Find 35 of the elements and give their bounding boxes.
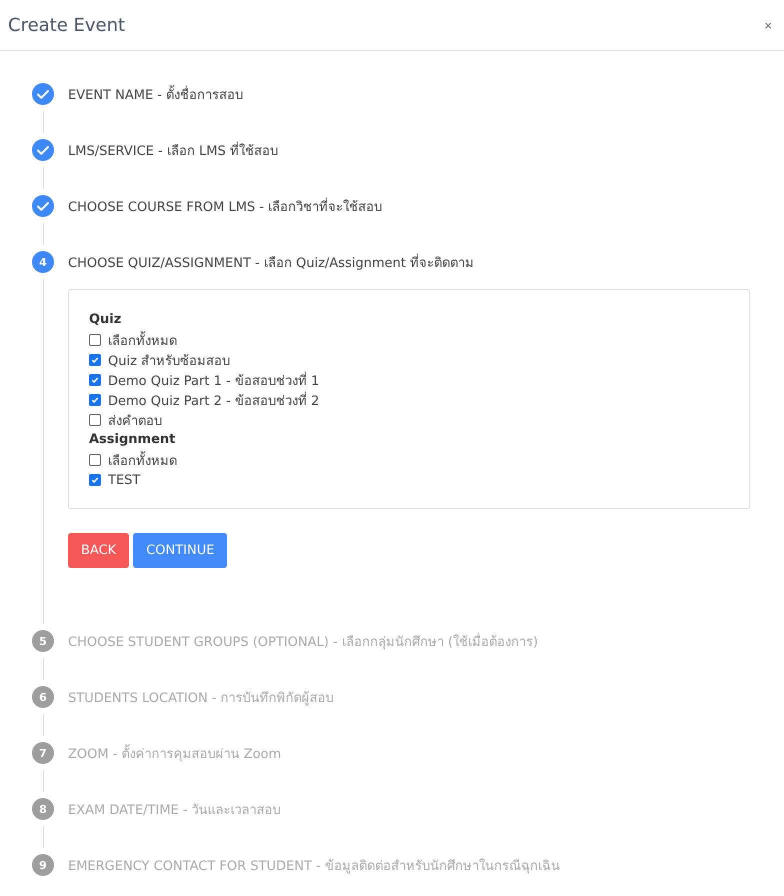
close-button[interactable]: × — [760, 18, 776, 32]
step-number: 8 — [32, 798, 54, 820]
option-label: Quiz สำหรับซ้อมสอบ — [108, 352, 230, 370]
step-label[interactable]: EXAM DATE/TIME - วันและเวลาสอบ — [68, 798, 281, 820]
step-label[interactable]: STUDENTS LOCATION - การบันทึกพิกัดผู้สอบ — [68, 686, 334, 708]
option-label: Demo Quiz Part 2 - ข้อสอบช่วงที่ 2 — [108, 390, 320, 410]
checkbox[interactable] — [89, 354, 101, 366]
option-label: ส่งคำตอบ — [108, 412, 162, 430]
step-label[interactable]: CHOOSE STUDENT GROUPS (OPTIONAL) - เลือกกลุ่มนักศึกษา (ใช้เมื่อต้องการ) — [68, 630, 538, 652]
step-label[interactable]: CHOOSE QUIZ/ASSIGNMENT - เลือก Quiz/Assignment ที่จะติดตาม — [68, 252, 474, 272]
step-number: 7 — [32, 742, 54, 764]
step-label[interactable]: CHOOSE COURSE FROM LMS - เลือกวิชาที่จะใช้สอบ — [68, 196, 382, 216]
step-number: 6 — [32, 686, 54, 708]
step-label[interactable]: EVENT NAME - ตั้งชื่อการสอบ — [68, 84, 244, 104]
option-label: Demo Quiz Part 1 - ข้อสอบช่วงที่ 1 — [108, 370, 320, 390]
dialog-title: Create Event — [8, 14, 126, 36]
checkbox[interactable] — [89, 394, 101, 406]
checkbox[interactable] — [89, 474, 101, 486]
option-label: เลือกทั้งหมด — [108, 450, 177, 470]
back-button[interactable]: BACK — [68, 533, 130, 568]
group-heading: Assignment — [89, 431, 176, 449]
group-heading: Quiz — [89, 311, 122, 329]
checkbox[interactable] — [89, 374, 101, 386]
checkbox[interactable] — [89, 334, 101, 346]
step-number: 4 — [32, 251, 54, 273]
step-number: 9 — [32, 854, 54, 876]
step-number: 5 — [32, 630, 54, 652]
option-label: TEST — [108, 472, 140, 488]
checkbox[interactable] — [89, 454, 101, 466]
checkbox[interactable] — [89, 414, 101, 426]
step-label[interactable]: LMS/SERVICE - เลือก LMS ที่ใช้สอบ — [68, 140, 278, 160]
option-label: เลือกทั้งหมด — [108, 330, 177, 350]
step-label[interactable]: EMERGENCY CONTACT FOR STUDENT - ข้อมูลติดต่อสำหรับนักศึกษาในกรณีฉุกเฉิน — [68, 854, 560, 876]
step-label[interactable]: ZOOM - ตั้งค่าการคุมสอบผ่าน Zoom — [68, 742, 282, 764]
continue-button[interactable]: CONTINUE — [133, 533, 228, 568]
